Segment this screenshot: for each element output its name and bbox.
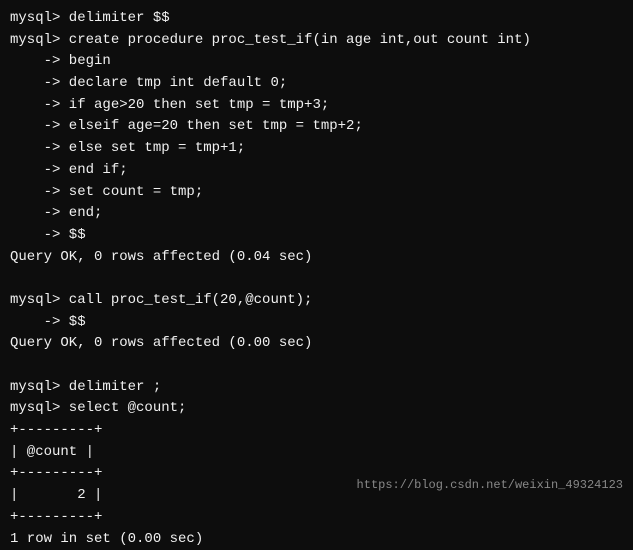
- line-2: mysql> create procedure proc_test_if(in …: [10, 30, 623, 52]
- line-17: mysql> select @count;: [10, 398, 623, 420]
- line-9: -> set count = tmp;: [10, 182, 623, 204]
- line-14: -> $$: [10, 312, 623, 334]
- line-8: -> end if;: [10, 160, 623, 182]
- line-23: 1 row in set (0.00 sec): [10, 529, 623, 550]
- empty-line-1: [10, 268, 623, 290]
- line-13: mysql> call proc_test_if(20,@count);: [10, 290, 623, 312]
- line-4: -> declare tmp int default 0;: [10, 73, 623, 95]
- line-15: Query OK, 0 rows affected (0.00 sec): [10, 333, 623, 355]
- terminal-output: mysql> delimiter $$ mysql> create proced…: [10, 8, 623, 550]
- line-18: +---------+: [10, 420, 623, 442]
- line-12: Query OK, 0 rows affected (0.04 sec): [10, 247, 623, 269]
- watermark: https://blog.csdn.net/weixin_49324123: [357, 478, 623, 492]
- line-11: -> $$: [10, 225, 623, 247]
- terminal-window: mysql> delimiter $$ mysql> create proced…: [0, 0, 633, 500]
- line-16: mysql> delimiter ;: [10, 377, 623, 399]
- line-10: -> end;: [10, 203, 623, 225]
- line-1: mysql> delimiter $$: [10, 8, 623, 30]
- line-6: -> elseif age=20 then set tmp = tmp+2;: [10, 116, 623, 138]
- line-19: | @count |: [10, 442, 623, 464]
- line-7: -> else set tmp = tmp+1;: [10, 138, 623, 160]
- empty-line-2: [10, 355, 623, 377]
- line-22: +---------+: [10, 507, 623, 529]
- line-5: -> if age>20 then set tmp = tmp+3;: [10, 95, 623, 117]
- line-3: -> begin: [10, 51, 623, 73]
